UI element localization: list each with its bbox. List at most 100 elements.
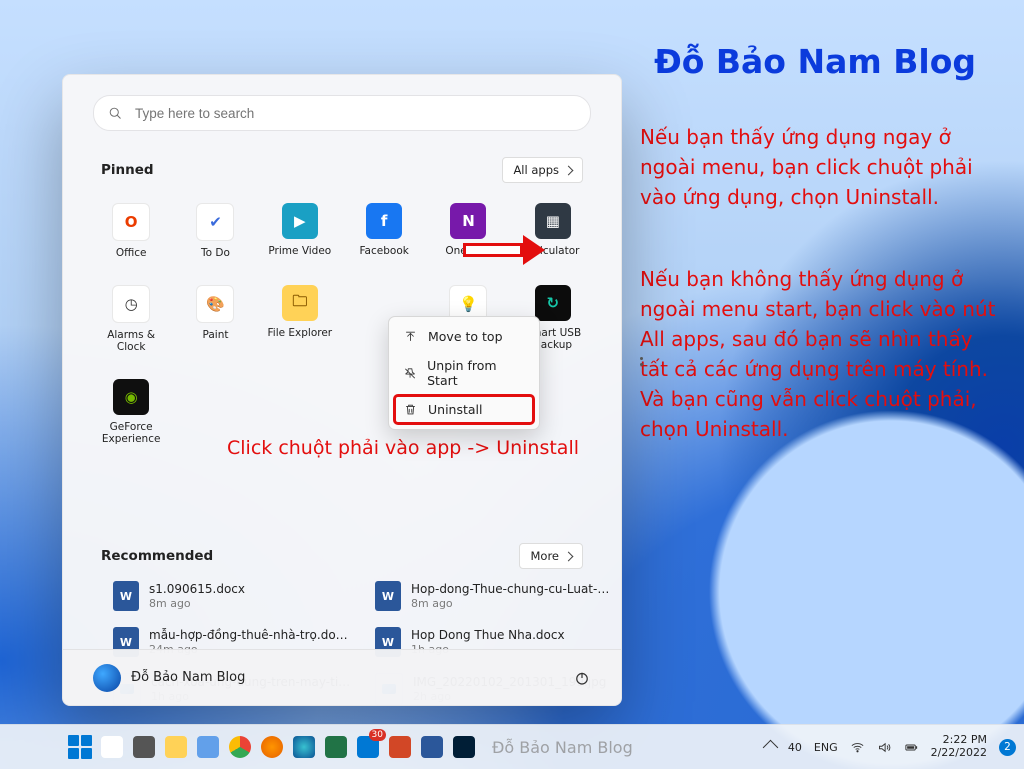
search-icon [101,736,123,758]
search-box[interactable] [93,95,591,131]
edge-icon [293,736,315,758]
desktop: Đỗ Bảo Nam Blog Nếu bạn thấy ứng dụng ng… [0,0,1024,769]
app-label: Paint [203,329,229,341]
taskbar-settings-button[interactable] [194,733,222,761]
explorer-icon [165,736,187,758]
all-apps-button[interactable]: All apps [502,157,583,183]
move-top-icon [403,329,418,344]
user-account-button[interactable]: Đỗ Bảo Nam Blog [93,664,245,692]
app-label: Facebook [359,245,408,257]
avatar-icon [93,664,121,692]
taskbar-photoshop-button[interactable] [450,733,478,761]
excel-icon [325,736,347,758]
recommended-title: Recommended [101,548,213,564]
chrome-icon [229,736,251,758]
pinned-app-paint[interactable]: 🎨 Paint [173,281,257,357]
app-icon: ✔ [196,203,234,241]
firefox-icon [261,736,283,758]
search-input[interactable] [133,105,576,122]
file-time: 8m ago [411,597,611,611]
app-icon: ◷ [112,285,150,323]
system-tray: 40 ENG 2:22 PM 2/22/2022 2 [765,725,1016,769]
taskbar-start-button[interactable] [66,733,94,761]
file-name: Hop-dong-Thue-chung-cu-Luat-D... [411,582,611,597]
app-icon: N [450,203,486,239]
app-icon: 🗀 [282,285,318,321]
app-label: Prime Video [268,245,331,257]
pinned-app-prime-video[interactable]: ▶ Prime Video [258,199,342,263]
search-icon [108,106,123,121]
taskbar-edge-button[interactable] [290,733,318,761]
recommended-item[interactable]: Ws1.090615.docx8m ago [113,581,351,611]
taskbar-chrome-button[interactable] [226,733,254,761]
app-label: Alarms & Clock [92,329,170,353]
file-name: Hop Dong Thue Nha.docx [411,628,565,643]
power-button[interactable] [573,669,591,687]
start-menu-panel: Pinned All apps O Office ✔ To Do ▶ Prime Vide… [62,74,622,706]
word-doc-icon: W [375,581,401,611]
page-dots-button[interactable] [640,357,643,366]
taskview-icon [133,736,155,758]
caption-annotation: Click chuột phải vào app -> Uninstall [227,437,579,459]
ctx-uninstall-label: Uninstall [428,402,483,417]
taskbar-word-button[interactable] [418,733,446,761]
app-label: File Explorer [268,327,333,339]
file-time: 8m ago [149,597,245,611]
trash-icon [403,402,418,417]
app-icon: ▦ [535,203,571,239]
taskbar-search-button[interactable] [98,733,126,761]
user-name: Đỗ Bảo Nam Blog [131,670,245,685]
app-label: To Do [201,247,230,259]
context-menu: Move to top Unpin from Start Uninstall [388,316,540,430]
app-icon: O [112,203,150,241]
app-icon: ↻ [535,285,571,321]
taskbar-taskview-button[interactable] [130,733,158,761]
pinned-title: Pinned [101,162,154,178]
photoshop-icon [453,736,475,758]
tray-overflow-button[interactable] [763,739,779,755]
battery-icon[interactable] [904,740,919,755]
unpin-icon [403,366,417,381]
instruction-2: Nếu bạn không thấy ứng dụng ở ngoài menu… [640,264,1000,444]
taskbar-watermark: Đỗ Bảo Nam Blog [492,738,633,757]
taskbar-outlook-button[interactable]: 30 [354,733,382,761]
app-label: GeForce Experience [92,421,170,445]
powerpoint-icon [389,736,411,758]
file-name: mẫu-hợp-đồng-thuê-nhà-trọ.docx [149,628,349,643]
chevron-right-icon [564,551,574,561]
tray-language[interactable]: ENG [814,741,838,754]
notification-badge[interactable]: 2 [999,739,1016,756]
app-icon: ▶ [282,203,318,239]
taskbar: 30 Đỗ Bảo Nam Blog 40 ENG 2:22 PM 2/22/2… [0,724,1024,769]
taskbar-firefox-button[interactable] [258,733,286,761]
outlook-badge: 30 [369,729,386,741]
instruction-1: Nếu bạn thấy ứng dụng ngay ở ngoài menu,… [640,122,1000,212]
ctx-uninstall[interactable]: Uninstall [394,395,534,424]
ctx-unpin[interactable]: Unpin from Start [394,351,534,395]
taskbar-excel-button[interactable] [322,733,350,761]
taskbar-powerpoint-button[interactable] [386,733,414,761]
pinned-app-file-explorer[interactable]: 🗀 File Explorer [258,281,342,357]
volume-icon[interactable] [877,740,892,755]
annotation-arrow [463,235,545,265]
app-icon: ◉ [113,379,149,415]
app-icon: f [366,203,402,239]
recommended-item[interactable]: W Hop-dong-Thue-chung-cu-Luat-D...8m ago [375,581,611,611]
taskbar-explorer-button[interactable] [162,733,190,761]
wifi-icon[interactable] [850,740,865,755]
pinned-app-geforce-experience[interactable]: ◉ GeForce Experience [89,375,173,449]
pinned-app-to-do[interactable]: ✔ To Do [173,199,257,263]
word-icon [421,736,443,758]
clock[interactable]: 2:22 PM 2/22/2022 [931,734,987,759]
ctx-move-to-top[interactable]: Move to top [394,322,534,351]
app-icon: 🎨 [196,285,234,323]
tray-temperature[interactable]: 40 [788,741,802,754]
pinned-app-office[interactable]: O Office [89,199,173,263]
ctx-unpin-label: Unpin from Start [427,358,525,388]
pinned-app-alarms-&-clock[interactable]: ◷ Alarms & Clock [89,281,173,357]
more-button[interactable]: More [519,543,583,569]
app-label: Office [116,247,147,259]
pinned-app-facebook[interactable]: f Facebook [342,199,426,263]
settings-icon [197,736,219,758]
file-name: s1.090615.docx [149,582,245,597]
